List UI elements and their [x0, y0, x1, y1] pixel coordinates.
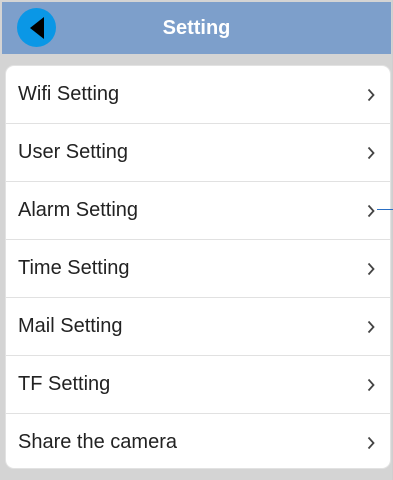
menu-item-time-setting[interactable]: Time Setting — [6, 240, 390, 298]
menu-item-share-the-camera[interactable]: Share the camera — [6, 414, 390, 468]
chevron-right-icon — [367, 436, 375, 450]
menu-item-label: TF Setting — [18, 373, 111, 395]
settings-menu: Wifi Setting User Setting Alarm Setting … — [6, 66, 390, 468]
menu-item-label: User Setting — [18, 141, 129, 163]
menu-item-label: Share the camera — [18, 431, 177, 453]
menu-item-tf-setting[interactable]: TF Setting — [6, 356, 390, 414]
header-gap — [2, 54, 391, 66]
menu-item-label: Alarm Setting — [18, 199, 139, 221]
chevron-right-icon — [367, 204, 375, 218]
back-arrow-icon — [30, 17, 44, 39]
menu-item-label: Time Setting — [18, 257, 130, 279]
chevron-right-icon — [367, 88, 375, 102]
menu-item-mail-setting[interactable]: Mail Setting — [6, 298, 390, 356]
chevron-right-icon — [367, 262, 375, 276]
page-title-text: Setting — [162, 17, 231, 39]
header-bar: Setting — [2, 2, 391, 54]
page-title: Setting — [2, 2, 391, 54]
annotation-line — [377, 209, 393, 210]
menu-item-user-setting[interactable]: User Setting — [6, 124, 390, 182]
back-button[interactable] — [17, 8, 56, 47]
chevron-right-icon — [367, 378, 375, 392]
chevron-right-icon — [367, 146, 375, 160]
menu-item-alarm-setting[interactable]: Alarm Setting — [6, 182, 390, 240]
menu-item-label: Wifi Setting — [18, 83, 120, 105]
menu-item-wifi-setting[interactable]: Wifi Setting — [6, 66, 390, 124]
menu-item-label: Mail Setting — [18, 315, 123, 337]
app-screen: Setting Wifi Setting User Setting Alarm … — [0, 0, 393, 480]
chevron-right-icon — [367, 320, 375, 334]
